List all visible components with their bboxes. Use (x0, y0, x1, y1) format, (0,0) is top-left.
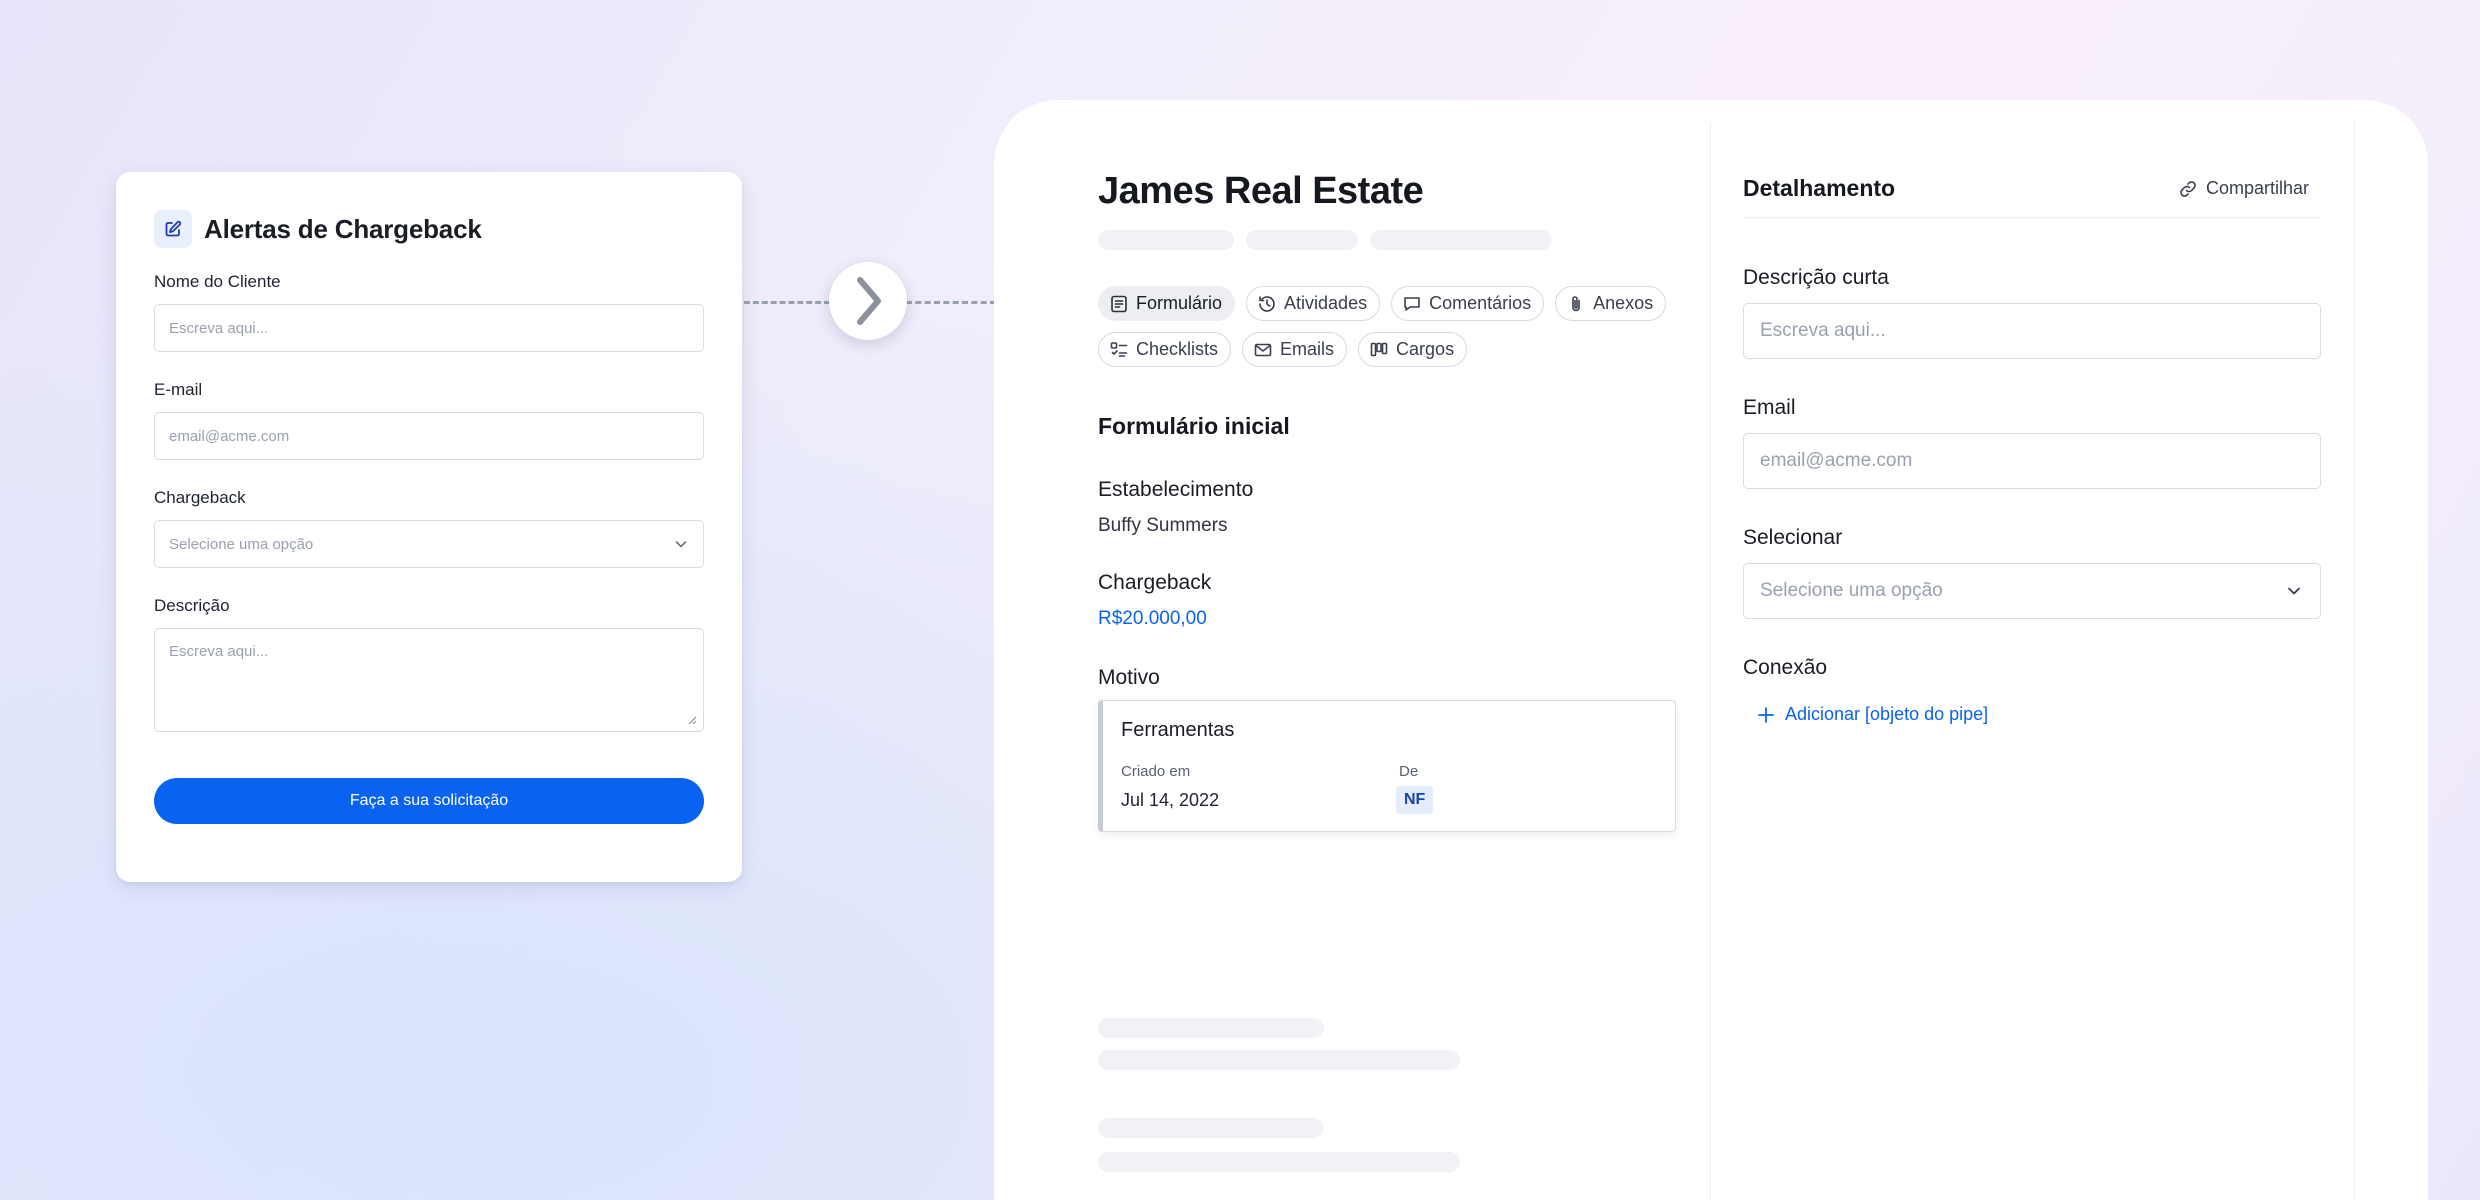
checklist-icon (1110, 341, 1128, 357)
motivo-title: Ferramentas (1121, 719, 1235, 741)
record-tabs: Formulário Atividades Comentários Anexos… (1098, 286, 1698, 367)
column-divider (1710, 122, 1711, 1200)
connector-arrow-button[interactable] (829, 262, 907, 340)
detail-select-placeholder: Selecione uma opção (1760, 580, 1943, 601)
chargeback-field-label: Chargeback (1098, 571, 1212, 594)
tab-label: Cargos (1396, 339, 1455, 359)
skeleton-bar (1098, 1118, 1324, 1138)
plus-icon (1758, 706, 1774, 723)
description-textarea[interactable]: Escreva aqui... (154, 628, 704, 732)
record-title: James Real Estate (1098, 170, 1424, 212)
chargeback-label: Chargeback (154, 488, 246, 507)
tab-checklists[interactable]: Checklists (1098, 332, 1232, 367)
detail-email-input[interactable]: email@acme.com (1743, 433, 2321, 489)
created-at-value: Jul 14, 2022 (1121, 790, 1220, 810)
skeleton-bar (1098, 1050, 1460, 1070)
tab-formulario[interactable]: Formulário (1098, 286, 1236, 321)
chargeback-placeholder: Selecione uma opção (169, 535, 314, 553)
skeleton-bar (1246, 230, 1358, 250)
add-connection-link[interactable]: Adicionar [objeto do pipe] (1757, 704, 1988, 725)
description-placeholder: Escreva aqui... (169, 643, 269, 660)
share-label: Compartilhar (2205, 178, 2309, 198)
establishment-value: Buffy Summers (1098, 515, 1228, 536)
tab-atividades[interactable]: Atividades (1246, 286, 1381, 321)
from-label: De (1399, 763, 1419, 780)
email-label: E-mail (154, 380, 203, 399)
detail-header: Detalhamento Compartilhar (1743, 170, 2321, 218)
motivo-record-card[interactable]: Ferramentas Criado em De Jul 14, 2022 NF (1098, 700, 1676, 832)
customer-name-label: Nome do Cliente (154, 272, 281, 291)
comment-icon (1404, 296, 1420, 311)
history-icon (1259, 295, 1275, 312)
mail-icon (1254, 343, 1272, 356)
chargeback-select[interactable]: Selecione uma opção (154, 520, 704, 568)
panel-edge-divider (2354, 122, 2355, 1200)
created-at-label: Criado em (1121, 763, 1191, 780)
edit-icon (154, 210, 192, 248)
form-icon (1111, 295, 1127, 312)
establishment-label: Estabelecimento (1098, 478, 1254, 501)
detail-email-label: Email (1743, 396, 1796, 419)
tab-label: Checklists (1136, 339, 1219, 359)
chargeback-amount: R$20.000,00 (1098, 608, 1207, 629)
tab-anexos[interactable]: Anexos (1555, 286, 1667, 321)
paperclip-icon (1572, 295, 1580, 311)
skeleton-bar (1370, 230, 1552, 250)
chevron-down-icon (675, 541, 687, 548)
connector-line-left (744, 301, 830, 304)
resize-grip-icon[interactable] (687, 715, 697, 725)
description-label: Descrição (154, 596, 230, 615)
submit-request-button[interactable]: Faça a sua solicitação (154, 778, 704, 824)
tab-emails[interactable]: Emails (1242, 332, 1348, 367)
tab-label: Emails (1280, 339, 1335, 359)
short-description-input[interactable]: Escreva aqui... (1743, 303, 2321, 359)
select-label: Selecionar (1743, 526, 1843, 549)
skeleton-bar (1098, 1018, 1324, 1038)
skeleton-bar (1098, 1152, 1460, 1172)
tab-label: Formulário (1136, 293, 1223, 313)
form-header: Alertas de Chargeback (154, 210, 704, 248)
motivo-label: Motivo (1098, 666, 1160, 689)
customer-name-input[interactable]: Escreva aqui... (154, 304, 704, 352)
chevron-right-icon (857, 277, 881, 325)
short-description-placeholder: Escreva aqui... (1760, 320, 1886, 341)
detail-select[interactable]: Selecione uma opção (1743, 563, 2321, 619)
skeleton-bar (1098, 230, 1234, 250)
link-icon (2180, 180, 2196, 197)
tab-comentarios[interactable]: Comentários (1391, 286, 1545, 321)
detail-email-placeholder: email@acme.com (1760, 450, 1913, 471)
record-detail-card: James Real Estate Formulário Atividades … (994, 100, 2428, 1200)
connector-line-right (906, 301, 996, 304)
tab-label: Comentários (1429, 293, 1532, 313)
form-title: Alertas de Chargeback (204, 213, 482, 244)
section-title: Formulário inicial (1098, 413, 1290, 439)
chevron-down-icon (2288, 587, 2300, 595)
tab-label: Atividades (1284, 293, 1368, 313)
detail-title: Detalhamento (1743, 175, 1896, 201)
email-input[interactable]: email@acme.com (154, 412, 704, 460)
from-badge: NF (1396, 786, 1434, 814)
tab-label: Anexos (1593, 293, 1654, 313)
customer-name-placeholder: Escreva aqui... (169, 319, 269, 337)
columns-icon (1370, 342, 1388, 356)
tab-cargos[interactable]: Cargos (1358, 332, 1468, 367)
connection-label: Conexão (1743, 656, 1828, 679)
add-connection-label: Adicionar [objeto do pipe] (1785, 704, 1989, 724)
share-button[interactable]: Compartilhar (2178, 178, 2321, 199)
chargeback-form-card: Alertas de Chargeback Nome do Cliente Es… (116, 172, 742, 882)
email-placeholder: email@acme.com (169, 427, 290, 445)
short-description-label: Descrição curta (1743, 266, 1889, 289)
